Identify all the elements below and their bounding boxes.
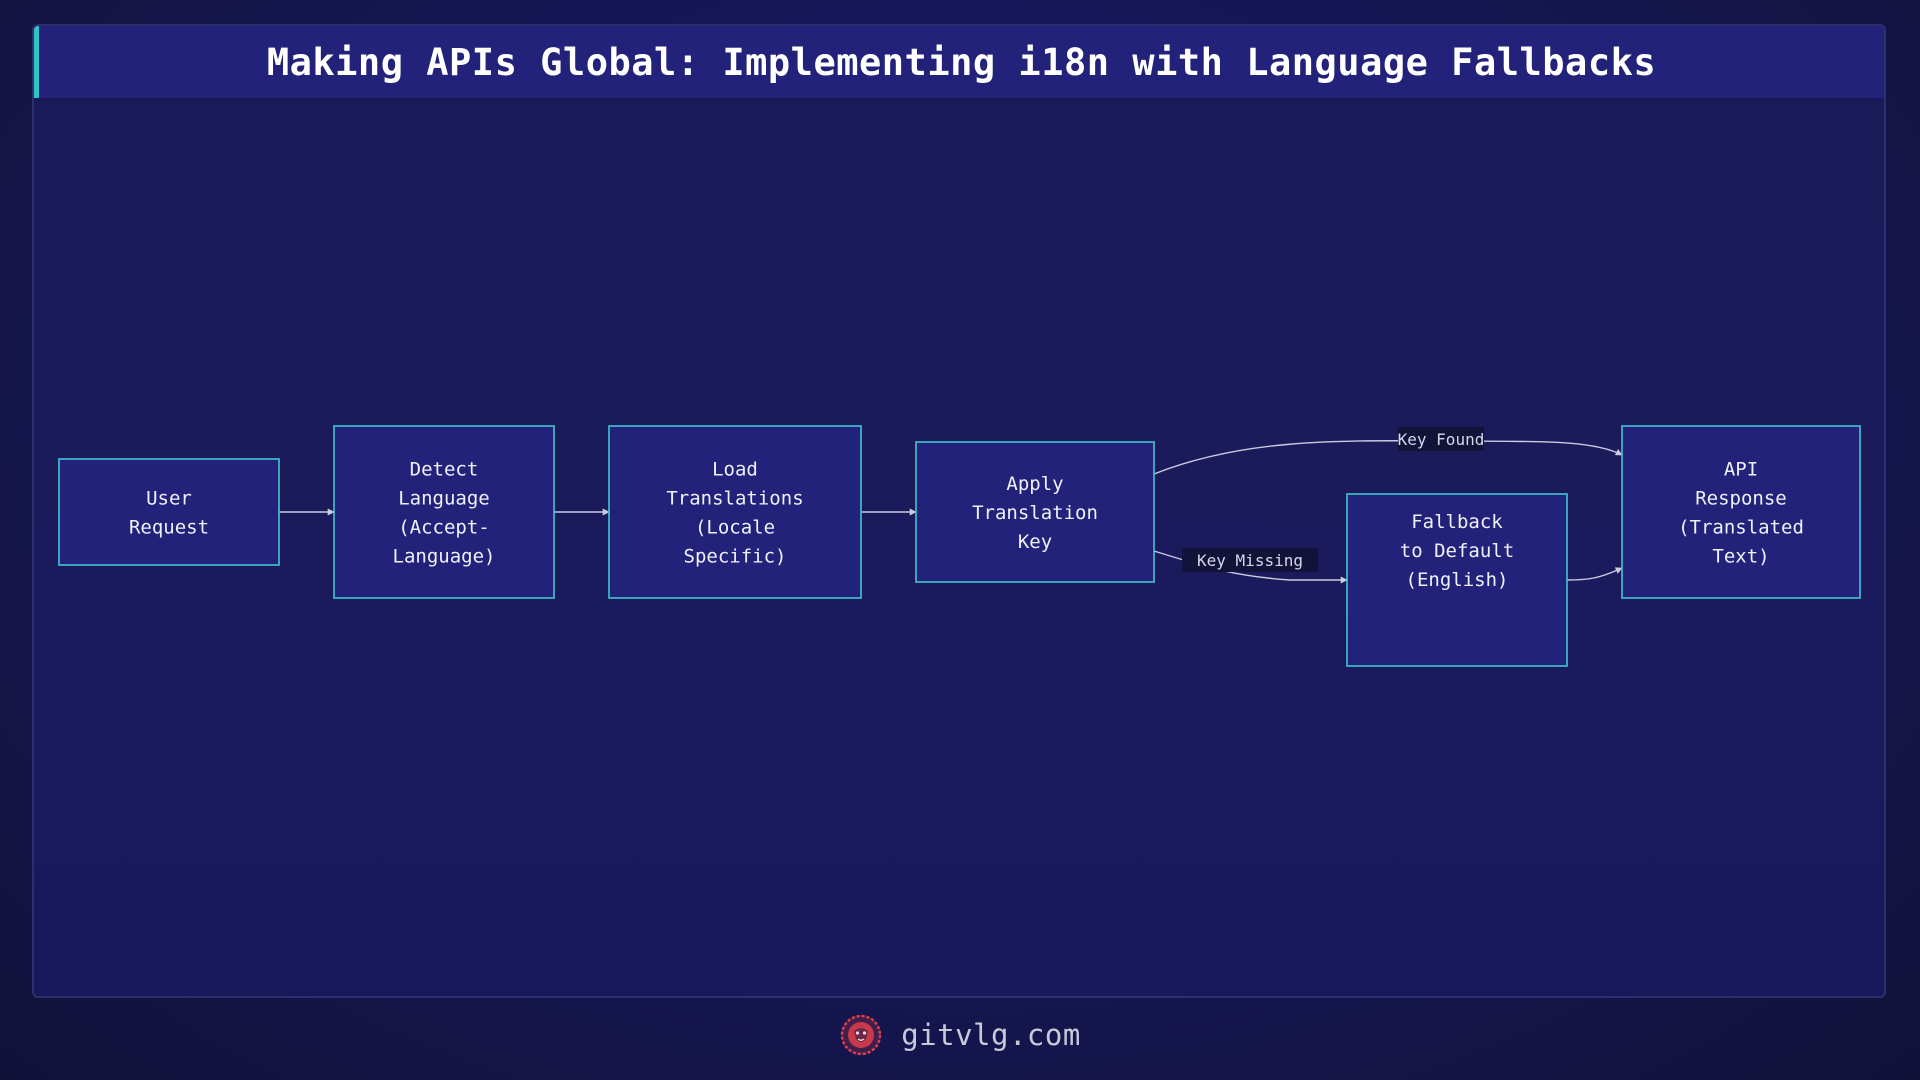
node-label-line: to Default	[1400, 540, 1514, 562]
node-apply-translation-key: Apply Translation Key	[915, 441, 1155, 583]
edge-label-key-found: Key Found	[1398, 430, 1485, 449]
lion-head-icon	[840, 1014, 882, 1056]
node-label-line: API	[1724, 459, 1758, 481]
node-label-line: Language	[398, 488, 490, 510]
node-detect-language: Detect Language (Accept- Language)	[333, 425, 555, 599]
node-label-line: (Accept-	[398, 517, 490, 539]
node-label-line: (English)	[1406, 569, 1509, 591]
node-api-response: API Response (Translated Text)	[1621, 425, 1861, 599]
edge-fallback-default-to-api-response	[1566, 567, 1623, 581]
node-label-line: Translation	[972, 502, 1098, 524]
node-box	[1621, 425, 1861, 599]
node-label-line: Fallback	[1411, 511, 1503, 533]
node-box	[608, 425, 862, 599]
node-label-line: (Translated	[1678, 517, 1804, 539]
node-load-translations: Load Translations (Locale Specific)	[608, 425, 862, 599]
node-label-line: Detect	[410, 459, 479, 481]
node-label-line: Response	[1695, 488, 1787, 510]
node-box	[58, 458, 280, 566]
edge-label-key-missing: Key Missing	[1197, 551, 1303, 570]
node-label-line: Key	[1018, 531, 1052, 553]
node-label-line: Apply	[1006, 473, 1063, 495]
node-user-request: User Request	[58, 458, 280, 566]
site-name: gitvlg.com	[901, 1018, 1081, 1052]
node-label-line: Request	[129, 517, 209, 539]
node-label-line: (Locale	[695, 517, 775, 539]
node-label-line: Language)	[393, 546, 496, 568]
node-label-line: Translations	[666, 488, 803, 510]
node-label-line: Text)	[1712, 546, 1769, 568]
footer: gitvlg.com	[0, 1010, 1920, 1060]
nodes-layer: User Request Detect Language (Accept- Languag…	[58, 425, 1861, 667]
node-label-line: Specific)	[684, 546, 787, 568]
flowchart: User Request Detect Language (Accept- Languag…	[58, 425, 1861, 667]
node-box	[333, 425, 555, 599]
node-label-line: User	[146, 488, 192, 510]
node-label-line: Load	[712, 459, 758, 481]
node-fallback-default: Fallback to Default (English)	[1346, 493, 1568, 667]
edge-apply-translation-key-to-api-response	[1153, 440, 1623, 475]
